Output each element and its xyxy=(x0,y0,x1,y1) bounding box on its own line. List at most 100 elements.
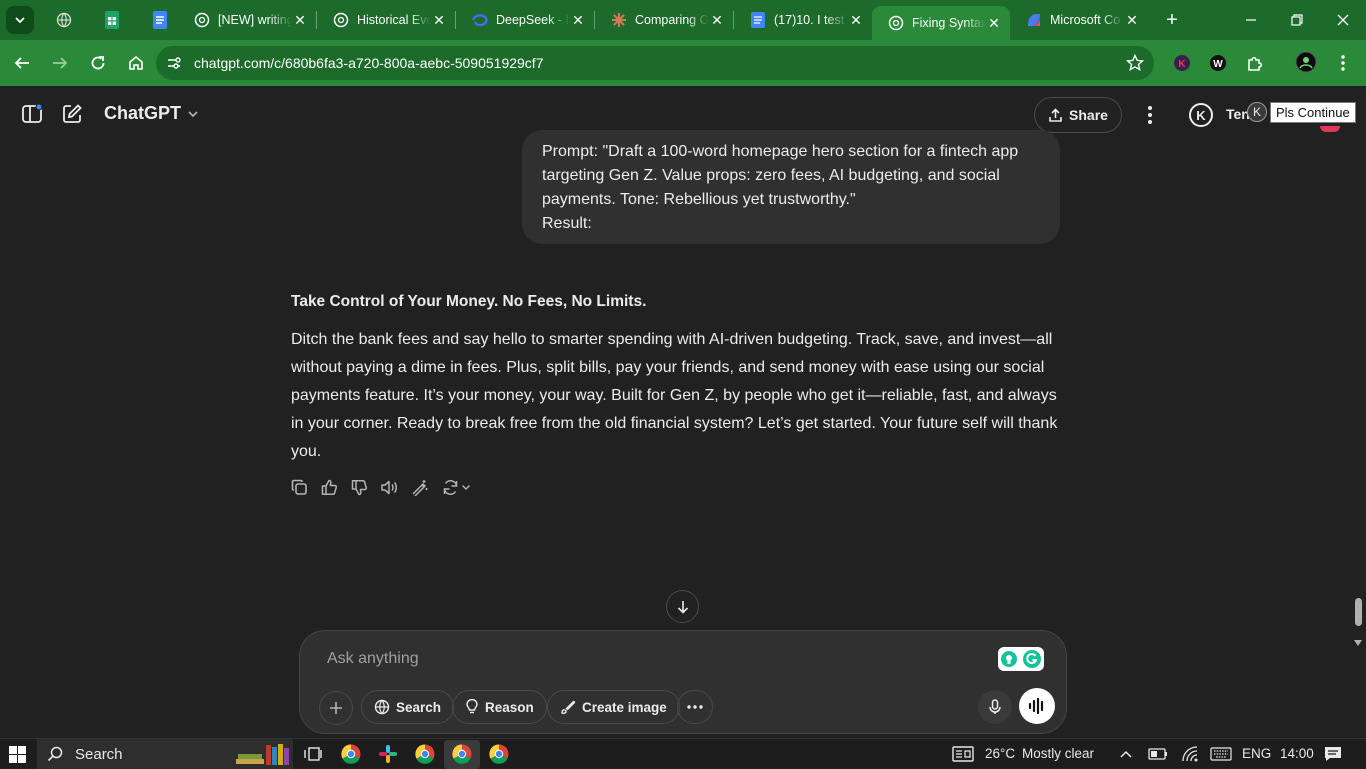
tooltip: Pls Continue xyxy=(1270,102,1356,123)
speaker-icon xyxy=(381,480,397,494)
tab-new-writing[interactable]: [NEW] writing ✕ xyxy=(178,0,316,40)
input-language[interactable]: ENG xyxy=(1242,746,1271,761)
search-tool-button[interactable]: Search xyxy=(361,690,455,724)
taskbar-search-label: Search xyxy=(75,745,123,763)
chevron-down-icon xyxy=(188,110,198,117)
tab-historical-events[interactable]: Historical Events ✕ xyxy=(317,0,455,40)
chrome-icon[interactable] xyxy=(340,743,362,765)
reload-button[interactable] xyxy=(80,45,116,81)
copy-button[interactable] xyxy=(289,477,309,497)
thumbs-up-button[interactable] xyxy=(319,477,339,497)
notification-center-icon[interactable] xyxy=(1322,743,1344,765)
voice-mode-button[interactable] xyxy=(1019,688,1055,724)
tab-microsoft-copilot[interactable]: Microsoft Co ✕ xyxy=(1010,0,1148,40)
scroll-to-bottom-button[interactable] xyxy=(666,590,699,623)
arrow-down-icon xyxy=(677,600,688,614)
tab-title: [NEW] writing xyxy=(218,13,292,27)
system-clock[interactable]: 14:00 xyxy=(1280,746,1314,761)
restore-button[interactable] xyxy=(1274,0,1320,40)
read-aloud-button[interactable] xyxy=(379,477,399,497)
claude-icon xyxy=(611,12,627,28)
close-tab-icon[interactable]: ✕ xyxy=(292,12,308,28)
battery-icon[interactable] xyxy=(1147,743,1169,765)
site-info-icon[interactable] xyxy=(158,47,190,79)
home-icon xyxy=(129,55,143,70)
reason-tool-button[interactable]: Reason xyxy=(452,690,547,724)
assistant-body: Ditch the bank fees and say hello to sma… xyxy=(291,331,1058,460)
create-image-tool-label: Create image xyxy=(582,699,667,715)
regenerate-button[interactable] xyxy=(439,477,473,497)
weather-widget-icon[interactable] xyxy=(952,743,974,765)
browser-tab-strip: [NEW] writing ✕ Historical Events ✕ Deep… xyxy=(0,0,1366,40)
address-bar[interactable]: chatgpt.com/c/680b6fa3-a720-800a-aebc-50… xyxy=(156,46,1154,80)
create-image-tool-button[interactable]: Create image xyxy=(547,690,680,724)
back-button[interactable] xyxy=(4,45,40,81)
chatgpt-icon xyxy=(888,15,904,31)
tab-pinned-sheets[interactable] xyxy=(94,5,130,35)
tab-pinned-globe[interactable] xyxy=(46,5,82,35)
show-hidden-icons-button[interactable] xyxy=(1115,743,1137,765)
browser-menu-button[interactable] xyxy=(1331,52,1355,74)
close-window-button[interactable] xyxy=(1320,0,1366,40)
close-tab-icon[interactable]: ✕ xyxy=(848,12,864,28)
page-scrollbar-thumb[interactable] xyxy=(1355,598,1362,626)
google-docs-icon xyxy=(153,11,167,29)
profile-avatar[interactable] xyxy=(1294,51,1318,73)
arrow-left-icon xyxy=(14,57,29,69)
close-tab-icon[interactable]: ✕ xyxy=(431,12,447,28)
prompt-input[interactable]: Ask anything xyxy=(327,650,419,668)
forward-button[interactable] xyxy=(42,45,78,81)
conversation-options-button[interactable] xyxy=(1138,103,1162,127)
chevron-down-icon xyxy=(15,17,25,24)
new-chat-button[interactable] xyxy=(60,102,84,126)
more-tools-button[interactable] xyxy=(677,690,713,724)
minimize-button[interactable] xyxy=(1228,0,1274,40)
wifi-icon[interactable] xyxy=(1179,743,1201,765)
chrome-icon[interactable] xyxy=(451,743,473,765)
home-button[interactable] xyxy=(118,45,154,81)
slack-icon[interactable] xyxy=(377,743,399,765)
tab-deepseek[interactable]: DeepSeek - I ✕ xyxy=(456,0,594,40)
task-view-icon[interactable] xyxy=(302,743,324,765)
tab-comparing[interactable]: Comparing C ✕ xyxy=(595,0,733,40)
thumbs-down-button[interactable] xyxy=(349,477,369,497)
extensions-puzzle-icon[interactable] xyxy=(1243,52,1267,74)
sidebar-toggle-button[interactable] xyxy=(20,102,44,126)
edit-pencil-icon xyxy=(63,104,82,123)
new-tab-button[interactable]: + xyxy=(1156,4,1188,36)
grammarly-widget[interactable] xyxy=(998,647,1044,671)
close-tab-icon[interactable]: ✕ xyxy=(986,15,1002,31)
tab-docs-test[interactable]: (17)10. I test ✕ xyxy=(734,0,872,40)
message-composer[interactable]: Ask anything Search Reason Create image xyxy=(299,630,1067,734)
extension-k-icon[interactable]: K xyxy=(1170,52,1194,74)
user-avatar[interactable]: K xyxy=(1189,103,1213,127)
keyboard-icon[interactable] xyxy=(1210,743,1232,765)
model-selector[interactable]: ChatGPT xyxy=(104,103,199,124)
close-tab-icon[interactable]: ✕ xyxy=(1124,12,1140,28)
close-tab-icon[interactable]: ✕ xyxy=(570,12,586,28)
grammarly-icon xyxy=(1023,650,1041,668)
extension-avatar-badge[interactable]: K xyxy=(1247,102,1267,122)
tab-search-button[interactable] xyxy=(6,6,34,34)
message-actions xyxy=(289,476,473,498)
edit-canvas-button[interactable] xyxy=(409,477,429,497)
scroll-down-arrow-icon[interactable] xyxy=(1354,640,1362,646)
google-docs-icon xyxy=(750,12,766,28)
chrome-icon[interactable] xyxy=(414,743,436,765)
share-button[interactable]: Share xyxy=(1034,97,1122,133)
dictate-button[interactable] xyxy=(978,690,1012,724)
windows-start-icon[interactable] xyxy=(9,746,26,763)
bookmark-star-icon[interactable] xyxy=(1126,54,1144,72)
tab-fixing-syntax[interactable]: Fixing Syntax ✕ xyxy=(872,6,1010,40)
plus-icon xyxy=(330,702,342,714)
chrome-icon[interactable] xyxy=(488,743,510,765)
tab-title: Fixing Syntax xyxy=(912,16,986,30)
more-horizontal-icon xyxy=(687,705,703,709)
copy-icon xyxy=(291,479,307,495)
close-tab-icon[interactable]: ✕ xyxy=(709,12,725,28)
extension-w-icon[interactable]: W xyxy=(1206,52,1230,74)
attach-button[interactable] xyxy=(319,691,353,725)
tab-pinned-docs[interactable] xyxy=(142,5,178,35)
bulb-icon xyxy=(1001,651,1017,667)
assistant-heading: Take Control of Your Money. No Fees, No … xyxy=(291,293,647,310)
